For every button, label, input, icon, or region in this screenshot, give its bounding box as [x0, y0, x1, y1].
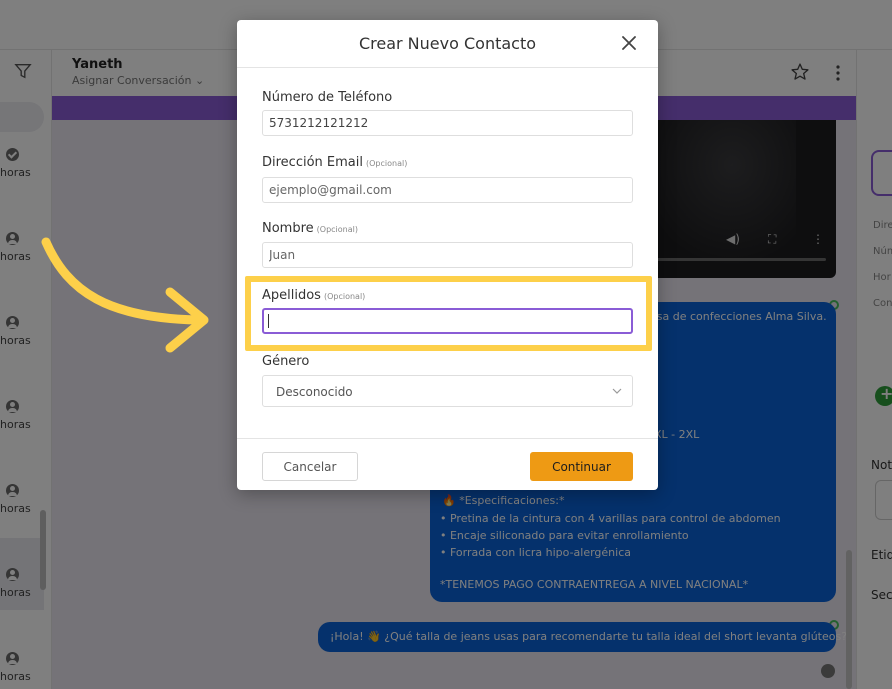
gender-selected-value: Desconocido: [276, 385, 353, 399]
close-icon[interactable]: [619, 33, 639, 53]
modal-footer: Cancelar Continuar: [237, 438, 658, 490]
email-label: Dirección Email (Opcional): [262, 155, 408, 170]
gender-label: Género: [262, 354, 310, 369]
last-name-label: Apellidos (Opcional): [262, 288, 366, 303]
cancel-button[interactable]: Cancelar: [262, 452, 358, 481]
phone-field[interactable]: [262, 110, 633, 136]
text-caret: [268, 314, 269, 328]
last-name-field[interactable]: [262, 308, 633, 334]
gender-select[interactable]: Desconocido: [262, 375, 633, 407]
modal-header: Crear Nuevo Contacto: [237, 20, 658, 68]
email-field[interactable]: [262, 177, 633, 203]
first-name-label: Nombre (Opcional): [262, 221, 358, 236]
first-name-field[interactable]: [262, 242, 633, 268]
chevron-down-icon: [612, 388, 622, 394]
continue-button[interactable]: Continuar: [530, 452, 633, 481]
modal-title: Crear Nuevo Contacto: [358, 34, 537, 53]
create-contact-modal: Crear Nuevo Contacto Número de Teléfono …: [237, 20, 658, 490]
phone-label: Número de Teléfono: [262, 90, 393, 105]
